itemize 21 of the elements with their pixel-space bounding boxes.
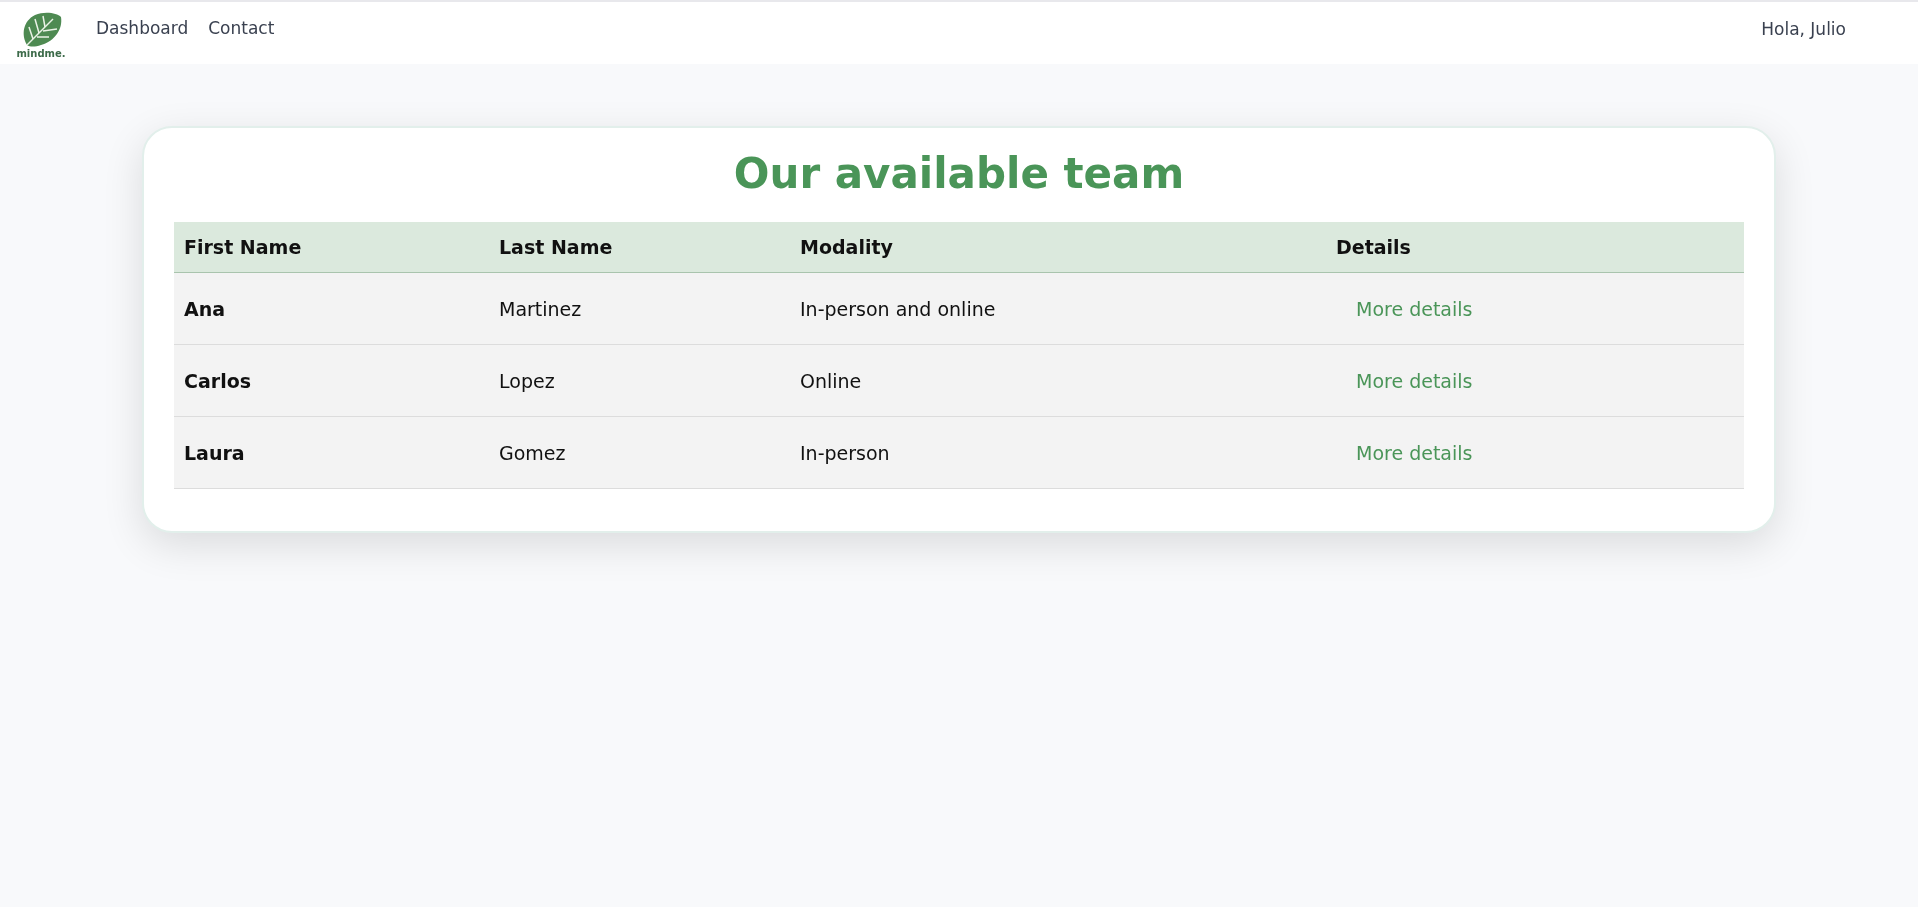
column-header: Last Name <box>489 222 790 273</box>
details-link[interactable]: More details <box>1356 297 1473 320</box>
logo-text: mindme. <box>16 49 66 59</box>
table-cell: In-person <box>790 416 1326 489</box>
table-cell: Ana <box>174 272 489 345</box>
table-cell: Online <box>790 344 1326 417</box>
nav-link[interactable]: Contact <box>208 18 275 38</box>
nav-link[interactable]: Dashboard <box>96 18 189 38</box>
details-link[interactable]: More details <box>1356 369 1473 392</box>
greeting-text: Hola, Julio <box>1761 19 1846 39</box>
table-cell: Carlos <box>174 344 489 417</box>
table-cell: Gomez <box>489 416 790 489</box>
column-header: Modality <box>790 222 1326 273</box>
column-header: First Name <box>174 222 489 273</box>
details-link[interactable]: More details <box>1356 441 1473 464</box>
table-cell: Laura <box>174 416 489 489</box>
table-cell: In-person and online <box>790 272 1326 345</box>
column-header: Details <box>1326 222 1744 273</box>
table-cell: Lopez <box>489 344 790 417</box>
page-title: Our available team <box>732 148 1186 200</box>
table-cell: Martinez <box>489 272 790 345</box>
